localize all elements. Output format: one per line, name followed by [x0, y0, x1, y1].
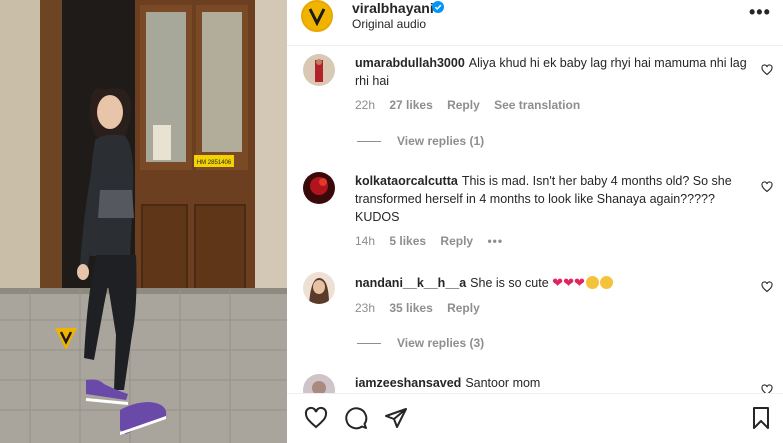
- commenter-avatar[interactable]: [303, 172, 335, 204]
- comment-meta: 23h 35 likes Reply: [355, 301, 491, 315]
- comment-text: Santoor mom: [465, 376, 541, 390]
- post-username[interactable]: viralbhayani: [352, 0, 434, 16]
- avatar-photo: [303, 374, 335, 393]
- comment-likes[interactable]: 35 likes: [389, 301, 432, 315]
- post-panel: viralbhayani Original audio ••• umarabdu…: [287, 0, 783, 443]
- comment-username[interactable]: iamzeeshansaved: [355, 376, 461, 390]
- like-comment-heart-icon[interactable]: [761, 281, 773, 293]
- bookmark-icon[interactable]: [749, 406, 773, 430]
- comments-list[interactable]: umarabdullah3000 Aliya khud hi ek baby la…: [287, 46, 783, 393]
- comment-likes[interactable]: 5 likes: [389, 234, 426, 248]
- avatar-photo: [303, 272, 335, 304]
- comment-body: kolkataorcalcutta This is mad. Isn't her …: [355, 172, 747, 226]
- view-replies-button[interactable]: View replies (1): [357, 134, 484, 148]
- heart-outline-icon[interactable]: [304, 406, 328, 430]
- comment-body: nandani__k__h__a She is so cute ❤❤❤: [355, 274, 747, 292]
- comment-options-button[interactable]: •••: [487, 234, 503, 248]
- speech-bubble-icon[interactable]: [344, 406, 368, 430]
- comment-meta: 14h 5 likes Reply •••: [355, 234, 514, 248]
- comment-meta: 22h 27 likes Reply See translation: [355, 98, 591, 112]
- replies-divider: [357, 141, 381, 143]
- like-comment-heart-icon[interactable]: [761, 64, 773, 76]
- paper-plane-icon[interactable]: [384, 406, 408, 430]
- audio-label[interactable]: Original audio: [352, 17, 426, 31]
- sad-face-emoji: [599, 276, 613, 289]
- comment-time: 14h: [355, 234, 376, 248]
- comment-time: 22h: [355, 98, 376, 112]
- replies-divider: [357, 343, 381, 345]
- comment-username[interactable]: nandani__k__h__a: [355, 276, 466, 290]
- post-video[interactable]: HM 2851406: [0, 0, 287, 443]
- view-replies-button[interactable]: View replies (3): [357, 336, 484, 350]
- comment-username[interactable]: kolkataorcalcutta: [355, 174, 458, 188]
- reply-button[interactable]: Reply: [447, 301, 480, 315]
- more-options-button[interactable]: •••: [749, 2, 771, 23]
- brand-logo-icon: [308, 8, 326, 26]
- commenter-avatar[interactable]: [303, 54, 335, 86]
- comment-likes[interactable]: 27 likes: [389, 98, 432, 112]
- avatar-photo: [303, 172, 335, 204]
- view-replies-label: View replies (3): [397, 336, 485, 350]
- comment-username[interactable]: umarabdullah3000: [355, 56, 465, 70]
- verified-badge-icon: [432, 1, 444, 13]
- heart-emoji: ❤❤❤: [552, 275, 585, 290]
- post-action-bar: [287, 393, 783, 443]
- reply-button[interactable]: Reply: [440, 234, 473, 248]
- commenter-avatar[interactable]: [303, 374, 335, 393]
- see-translation-link[interactable]: See translation: [494, 98, 580, 112]
- comment-time: 23h: [355, 301, 376, 315]
- profile-avatar[interactable]: [301, 0, 333, 32]
- comment-text: She is so cute: [470, 276, 549, 290]
- avatar-photo: [303, 54, 335, 86]
- sad-face-emoji: [585, 276, 599, 289]
- like-comment-heart-icon[interactable]: [761, 384, 773, 393]
- like-comment-heart-icon[interactable]: [761, 181, 773, 193]
- commenter-avatar[interactable]: [303, 272, 335, 304]
- door-sign: HM 2851406: [197, 160, 232, 166]
- view-replies-label: View replies (1): [397, 134, 485, 148]
- comment-body: iamzeeshansaved Santoor mom: [355, 374, 747, 392]
- reply-button[interactable]: Reply: [447, 98, 480, 112]
- viral-bhayani-watermark-logo: [55, 328, 77, 350]
- comment-body: umarabdullah3000 Aliya khud hi ek baby la…: [355, 54, 747, 90]
- video-frame: HM 2851406: [0, 0, 287, 443]
- post-header: viralbhayani Original audio •••: [287, 0, 783, 46]
